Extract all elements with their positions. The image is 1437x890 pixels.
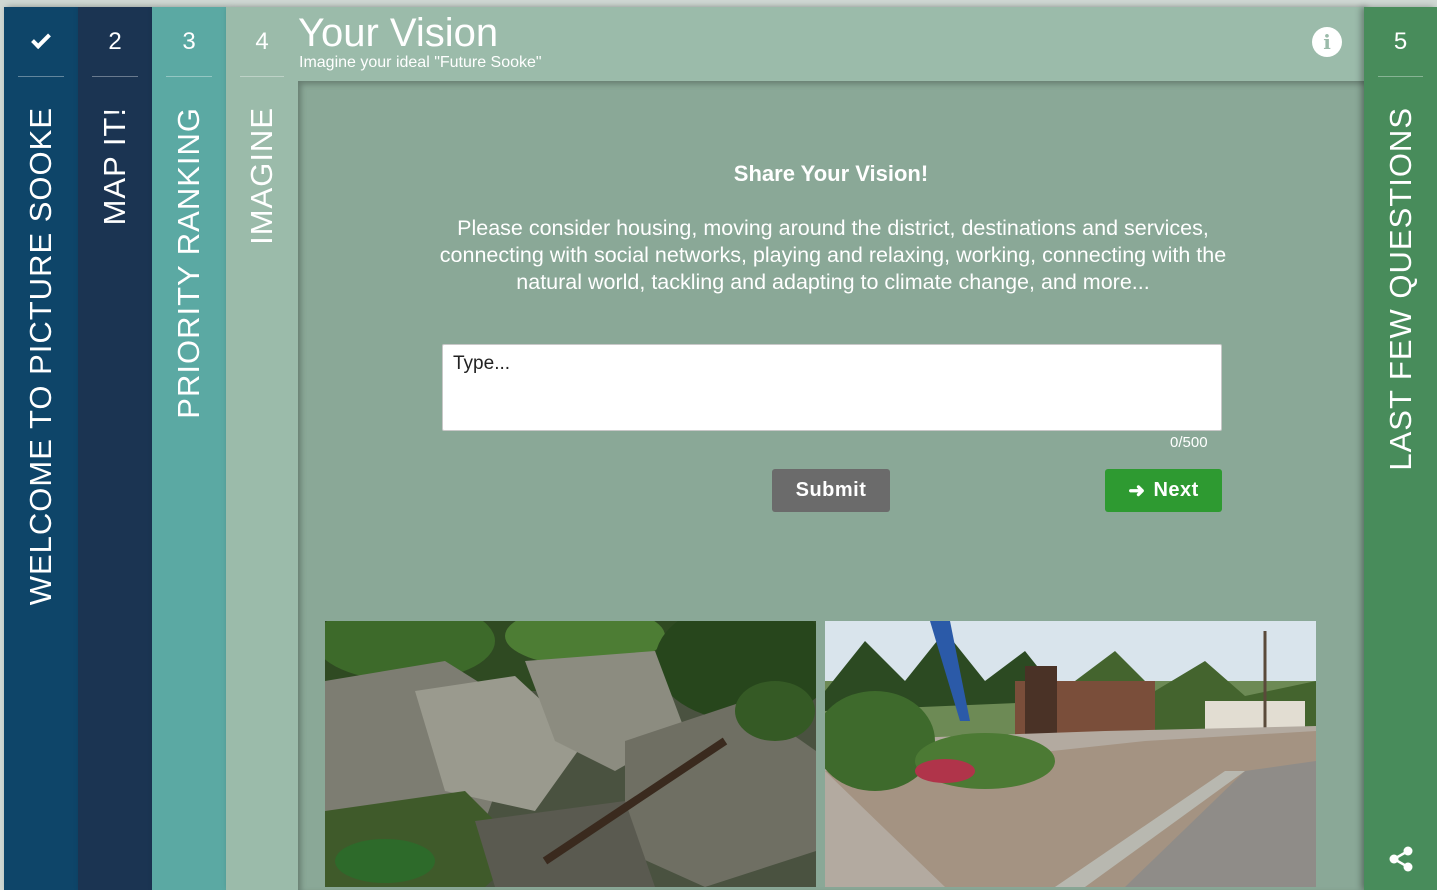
character-counter: 0/500 [1170, 434, 1208, 451]
info-icon[interactable]: i [1312, 27, 1342, 57]
tab-map-it-label: MAP IT! [97, 107, 132, 226]
vision-panel: Share Your Vision! Please consider housi… [298, 81, 1364, 890]
tab-welcome[interactable]: WELCOME TO PICTURE SOOKE [4, 7, 78, 890]
tab-priority-ranking-number: 3 [152, 7, 226, 77]
tab-imagine-spine[interactable]: 4 IMAGINE [226, 7, 298, 890]
vision-input[interactable] [442, 344, 1222, 431]
share-icon[interactable] [1388, 846, 1414, 872]
submit-button[interactable]: Submit [772, 469, 890, 512]
next-button[interactable]: ➜ Next [1105, 469, 1222, 512]
vision-description: Please consider housing, moving around t… [439, 216, 1227, 294]
arrow-right-icon: ➜ [1128, 480, 1146, 502]
tab-map-it-number: 2 [78, 7, 152, 77]
tab-last-few-questions[interactable]: 5 LAST FEW QUESTIONS [1364, 7, 1437, 890]
tab-last-few-questions-number: 5 [1364, 7, 1437, 77]
tab-last-few-questions-label: LAST FEW QUESTIONS [1382, 107, 1418, 471]
river-rocks-photo [325, 621, 816, 887]
tab-imagine-number: 4 [226, 7, 298, 77]
page-title: Your Vision [298, 11, 499, 55]
share-vision-heading: Share Your Vision! [733, 161, 929, 186]
tab-imagine-label: IMAGINE [244, 107, 279, 245]
panel-header: Your Vision Imagine your ideal "Future S… [298, 7, 1405, 81]
completed-check-icon [4, 7, 78, 77]
page-subtitle: Imagine your ideal "Future Sooke" [299, 54, 542, 71]
street-view-photo [825, 621, 1316, 887]
tab-imagine: 4 IMAGINE Your Vision Imagine your ideal… [226, 7, 1405, 890]
tab-welcome-label: WELCOME TO PICTURE SOOKE [23, 107, 58, 606]
next-button-label: Next [1153, 479, 1199, 501]
tab-priority-ranking[interactable]: 3 PRIORITY RANKING [152, 7, 226, 890]
tab-priority-ranking-label: PRIORITY RANKING [171, 107, 206, 419]
tab-map-it[interactable]: 2 MAP IT! [78, 7, 152, 890]
submit-button-label: Submit [795, 479, 867, 501]
